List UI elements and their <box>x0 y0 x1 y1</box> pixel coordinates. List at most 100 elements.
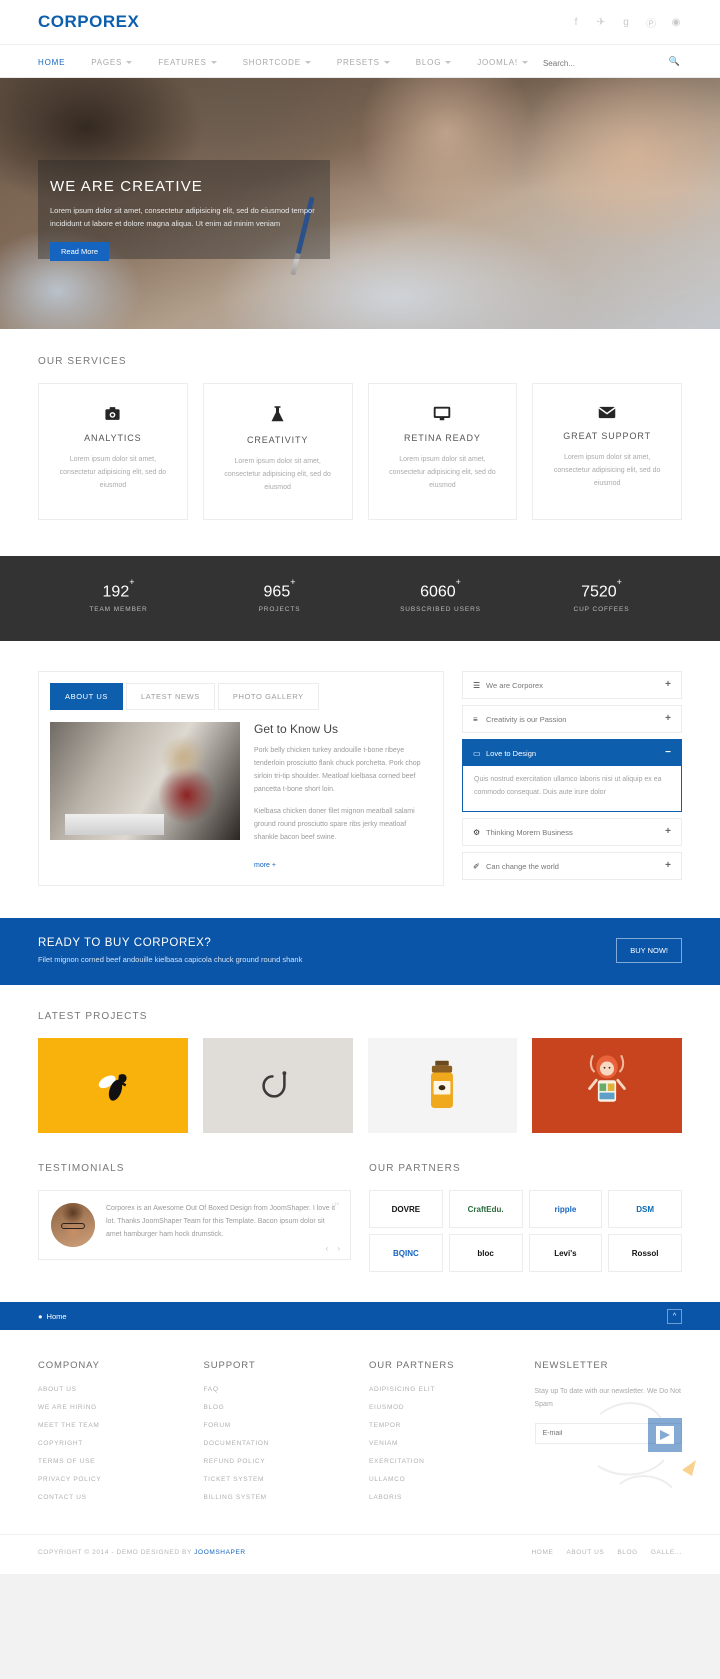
nav-item-shortcode[interactable]: SHORTCODE <box>230 45 324 79</box>
project-item-hook-logo[interactable] <box>202 1038 353 1134</box>
footer-link[interactable]: FORUM <box>204 1422 352 1429</box>
about-section: ABOUT US LATEST NEWS PHOTO GALLERY Get t… <box>38 641 682 919</box>
file-icon: ☰ <box>473 680 481 690</box>
footer-link[interactable]: DOCUMENTATION <box>204 1440 352 1447</box>
partner-logo-levis[interactable]: Levi's <box>528 1234 603 1273</box>
project-item-honey-jar[interactable] <box>367 1038 518 1134</box>
partner-logo-craftedu[interactable]: CraftEdu. <box>448 1190 523 1229</box>
footer-link[interactable]: CONTACT US <box>38 1494 186 1501</box>
tab-latest-news[interactable]: LATEST NEWS <box>126 683 215 711</box>
search-input[interactable] <box>540 54 682 72</box>
partner-logo-bqinc[interactable]: BQINC <box>369 1234 443 1273</box>
partner-logo-rossol[interactable]: Rossol <box>608 1234 682 1273</box>
accordion-header[interactable]: ⚙ Thinking Morern Business + <box>463 819 681 845</box>
monitor-icon <box>383 406 503 421</box>
search-icon[interactable]: 🔍 <box>669 56 680 67</box>
facebook-icon[interactable]: f <box>570 17 582 28</box>
partner-logo-bloc[interactable]: bloc <box>448 1234 523 1273</box>
service-card-great-support[interactable]: GREAT SUPPORT Lorem ipsum dolor sit amet… <box>532 383 682 520</box>
tab-about-us[interactable]: ABOUT US <box>50 683 124 711</box>
footer-link[interactable]: PRIVACY POLICY <box>38 1476 186 1483</box>
plus-icon[interactable]: + <box>665 827 671 837</box>
service-card-creativity[interactable]: CREATIVITY Lorem ipsum dolor sit amet, c… <box>202 383 353 520</box>
services-section: OUR SERVICES ANALYTICS Lorem ipsum dolor… <box>0 329 720 556</box>
prev-arrow-icon[interactable]: ‹ <box>326 1244 329 1253</box>
nav-item-blog[interactable]: BLOG <box>403 45 464 79</box>
accordion-header[interactable]: ☰ We are Corporex + <box>463 672 681 698</box>
footer-link[interactable]: LABORIS <box>369 1494 517 1501</box>
copyright-link-about-us[interactable]: ABOUT US <box>566 1549 604 1556</box>
footer-link[interactable]: FAQ <box>204 1386 352 1393</box>
footer-link[interactable]: TEMPOR <box>369 1422 517 1429</box>
accordion-header[interactable]: ✐ Can change the world + <box>463 853 681 879</box>
accordion-item-creativity-is-our-passion: ≡ Creativity is our Passion + <box>462 705 682 734</box>
nav-item-pages[interactable]: PAGES <box>78 45 145 79</box>
project-item-illustration[interactable] <box>532 1038 682 1134</box>
honey-jar-icon <box>431 1060 454 1108</box>
site-logo[interactable]: CORPOREX <box>38 12 139 32</box>
footer-link[interactable]: ABOUT US <box>38 1386 186 1393</box>
dribbble-icon[interactable]: ◉ <box>670 17 682 28</box>
pinterest-icon[interactable]: Ⓟ <box>645 15 657 30</box>
copyright-text: COPYRIGHT © 2014 - DEMO DESIGNED BY JOOM… <box>38 1549 246 1556</box>
joomshaper-link[interactable]: JOOMSHAPER <box>194 1549 246 1556</box>
footer-link[interactable]: ULLAMCO <box>369 1476 517 1483</box>
breadcrumb-bar: ● Home ^ <box>0 1302 720 1331</box>
footer-link[interactable]: MEET THE TEAM <box>38 1422 186 1429</box>
hero-read-more-button[interactable]: Read More <box>50 242 110 262</box>
partner-logo-dsm[interactable]: DSM <box>608 1190 682 1229</box>
accordion-header[interactable]: ▭ Love to Design − <box>463 740 681 767</box>
partner-logo-dovre[interactable]: DOVRE <box>369 1190 443 1229</box>
copyright-link-blog[interactable]: BLOG <box>617 1549 637 1556</box>
footer-link[interactable]: BLOG <box>204 1404 352 1411</box>
buy-now-button[interactable]: BUY NOW! <box>616 938 682 964</box>
nav-item-home[interactable]: HOME <box>38 45 78 79</box>
copyright-link-gallery[interactable]: GALLE... <box>651 1549 682 1556</box>
nav-item-joomla[interactable]: JOOMLA! <box>464 45 541 79</box>
footer-link[interactable]: TERMS OF USE <box>38 1458 186 1465</box>
plus-icon[interactable]: + <box>665 680 671 690</box>
plus-icon[interactable]: + <box>665 714 671 724</box>
footer-link[interactable]: REFUND POLICY <box>204 1458 352 1465</box>
project-item-bee-logo[interactable] <box>38 1038 188 1134</box>
nav-item-presets[interactable]: PRESETS <box>324 45 403 79</box>
footer-columns: COMPONAY ABOUT US WE ARE HIRING MEET THE… <box>38 1360 682 1512</box>
google-plus-icon[interactable]: g <box>620 17 632 28</box>
service-card-analytics[interactable]: ANALYTICS Lorem ipsum dolor sit amet, co… <box>38 383 188 520</box>
plus-icon[interactable]: + <box>665 861 671 871</box>
footer-link[interactable]: TICKET SYSTEM <box>204 1476 352 1483</box>
accordion-title: Can change the world <box>486 861 559 871</box>
avatar <box>51 1203 95 1248</box>
minus-icon[interactable]: − <box>665 748 671 758</box>
scroll-to-top-button[interactable]: ^ <box>667 1308 682 1324</box>
main-navigation: HOME PAGES FEATURES SHORTCODE PRESETS BL… <box>0 44 720 78</box>
footer-link[interactable]: EXERCITATION <box>369 1458 517 1465</box>
twitter-icon[interactable]: ✈ <box>595 17 607 28</box>
newsletter-email-input[interactable] <box>534 1423 682 1445</box>
service-name: GREAT SUPPORT <box>563 431 651 441</box>
service-card-retina-ready[interactable]: RETINA READY Lorem ipsum dolor sit amet,… <box>367 383 518 520</box>
nav-label: HOME <box>38 57 66 67</box>
nav-item-features[interactable]: FEATURES <box>145 45 229 79</box>
footer-link[interactable]: COPYRIGHT <box>38 1440 186 1447</box>
partners-title: OUR PARTNERS <box>369 1163 461 1175</box>
top-bar: CORPOREX f ✈ g Ⓟ ◉ <box>0 0 720 44</box>
counter-value: 6060+ <box>360 577 521 601</box>
breadcrumb-home[interactable]: Home <box>47 1312 67 1321</box>
footer-link[interactable]: ADIPISICING ELIT <box>369 1386 517 1393</box>
about-more-link[interactable]: more + <box>254 862 276 869</box>
counter-suffix: + <box>616 576 622 587</box>
tab-photo-gallery[interactable]: PHOTO GALLERY <box>217 683 319 711</box>
footer-link[interactable]: WE ARE HIRING <box>38 1404 186 1411</box>
footer-link[interactable]: VENIAM <box>369 1440 517 1447</box>
accordion-title: Love to Design <box>486 748 537 758</box>
footer: COMPONAY ABOUT US WE ARE HIRING MEET THE… <box>0 1330 720 1535</box>
footer-link[interactable]: EIUSMOD <box>369 1404 517 1411</box>
accordion-header[interactable]: ≡ Creativity is our Passion + <box>463 706 681 732</box>
partner-logo-ripple[interactable]: ripple <box>528 1190 603 1229</box>
next-arrow-icon[interactable]: › <box>337 1244 340 1253</box>
copyright-link-home[interactable]: HOME <box>532 1549 554 1556</box>
footer-link[interactable]: BILLING SYSTEM <box>204 1494 352 1501</box>
footer-column-newsletter: NEWSLETTER Stay up To date with our news… <box>534 1360 682 1512</box>
projects-title: LATEST PROJECTS <box>38 1011 148 1023</box>
